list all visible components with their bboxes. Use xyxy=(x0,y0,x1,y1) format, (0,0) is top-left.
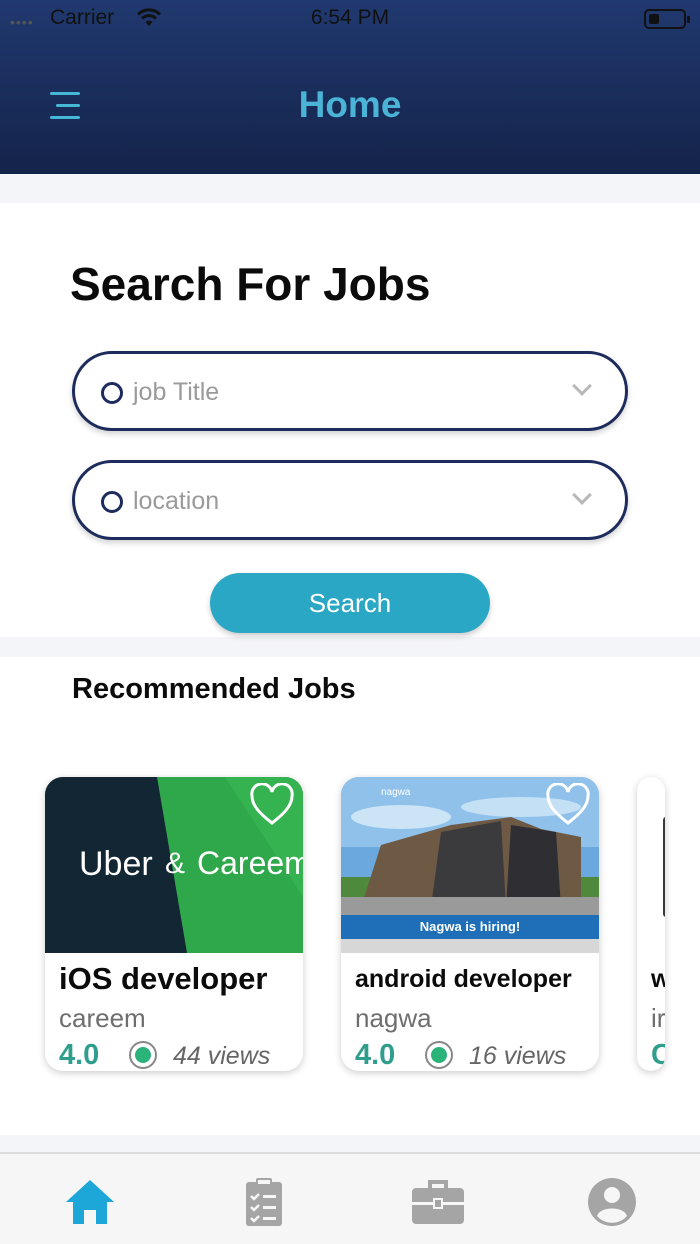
views-count: 44 views xyxy=(173,1042,271,1070)
company-name: careem xyxy=(59,1003,146,1033)
clipboard-checklist-icon[interactable] xyxy=(236,1176,292,1228)
status-dot-icon xyxy=(129,1041,157,1069)
heart-icon[interactable] xyxy=(249,783,295,827)
status-bar: •••• Carrier 6:54 PM xyxy=(0,0,700,38)
job-card[interactable]: w ir C xyxy=(637,777,665,1071)
nagwa-logo-text: nagwa xyxy=(381,787,411,798)
job-title: android developer xyxy=(355,965,572,993)
location-select[interactable]: location xyxy=(72,460,628,540)
job-title-placeholder: job Title xyxy=(133,378,220,406)
recommended-heading: Recommended Jobs xyxy=(72,673,356,705)
recommended-section: Recommended Jobs Uber & Careem iOS devel… xyxy=(0,657,700,1135)
job-card[interactable]: nagwa Nagwa is hiring! android developer… xyxy=(341,777,599,1071)
search-button[interactable]: Search xyxy=(210,573,490,633)
rating-value: 4.0 xyxy=(355,1039,396,1071)
job-title: w xyxy=(651,965,665,993)
ampersand-text: & xyxy=(165,847,186,880)
home-icon[interactable] xyxy=(62,1176,118,1228)
nagwa-hiring-banner: Nagwa is hiring! xyxy=(419,919,521,934)
profile-icon[interactable] xyxy=(584,1176,640,1228)
page-title: Home xyxy=(298,84,402,125)
clock: 6:54 PM xyxy=(310,6,390,29)
app-header: •••• Carrier 6:54 PM Home xyxy=(0,0,700,174)
bottom-tab-bar xyxy=(0,1152,700,1244)
heart-icon[interactable] xyxy=(545,783,591,827)
job-title: iOS developer xyxy=(59,961,268,996)
company-name: ir xyxy=(651,1003,665,1033)
rating-value: 4.0 xyxy=(59,1039,100,1071)
radio-circle-icon xyxy=(101,491,123,513)
search-heading: Search For Jobs xyxy=(70,258,431,310)
uber-logo-text: Uber xyxy=(79,845,153,883)
status-dot-icon xyxy=(425,1041,453,1069)
location-placeholder: location xyxy=(133,487,220,515)
job-card[interactable]: Uber & Careem iOS developer careem 4.0 4… xyxy=(45,777,303,1071)
views-count: 16 views xyxy=(469,1042,567,1070)
job-title-select[interactable]: job Title xyxy=(72,351,628,431)
rating-value: C xyxy=(651,1039,665,1071)
search-panel: Search For Jobs job Title location Searc… xyxy=(0,203,700,637)
company-name: nagwa xyxy=(355,1003,432,1033)
careem-logo-text: Careem xyxy=(197,845,303,881)
briefcase-icon[interactable] xyxy=(410,1176,466,1228)
chevron-down-icon xyxy=(572,376,592,396)
battery-icon xyxy=(644,9,690,29)
job-image-partial xyxy=(663,817,665,917)
radio-circle-icon xyxy=(101,382,123,404)
chevron-down-icon xyxy=(572,485,592,505)
